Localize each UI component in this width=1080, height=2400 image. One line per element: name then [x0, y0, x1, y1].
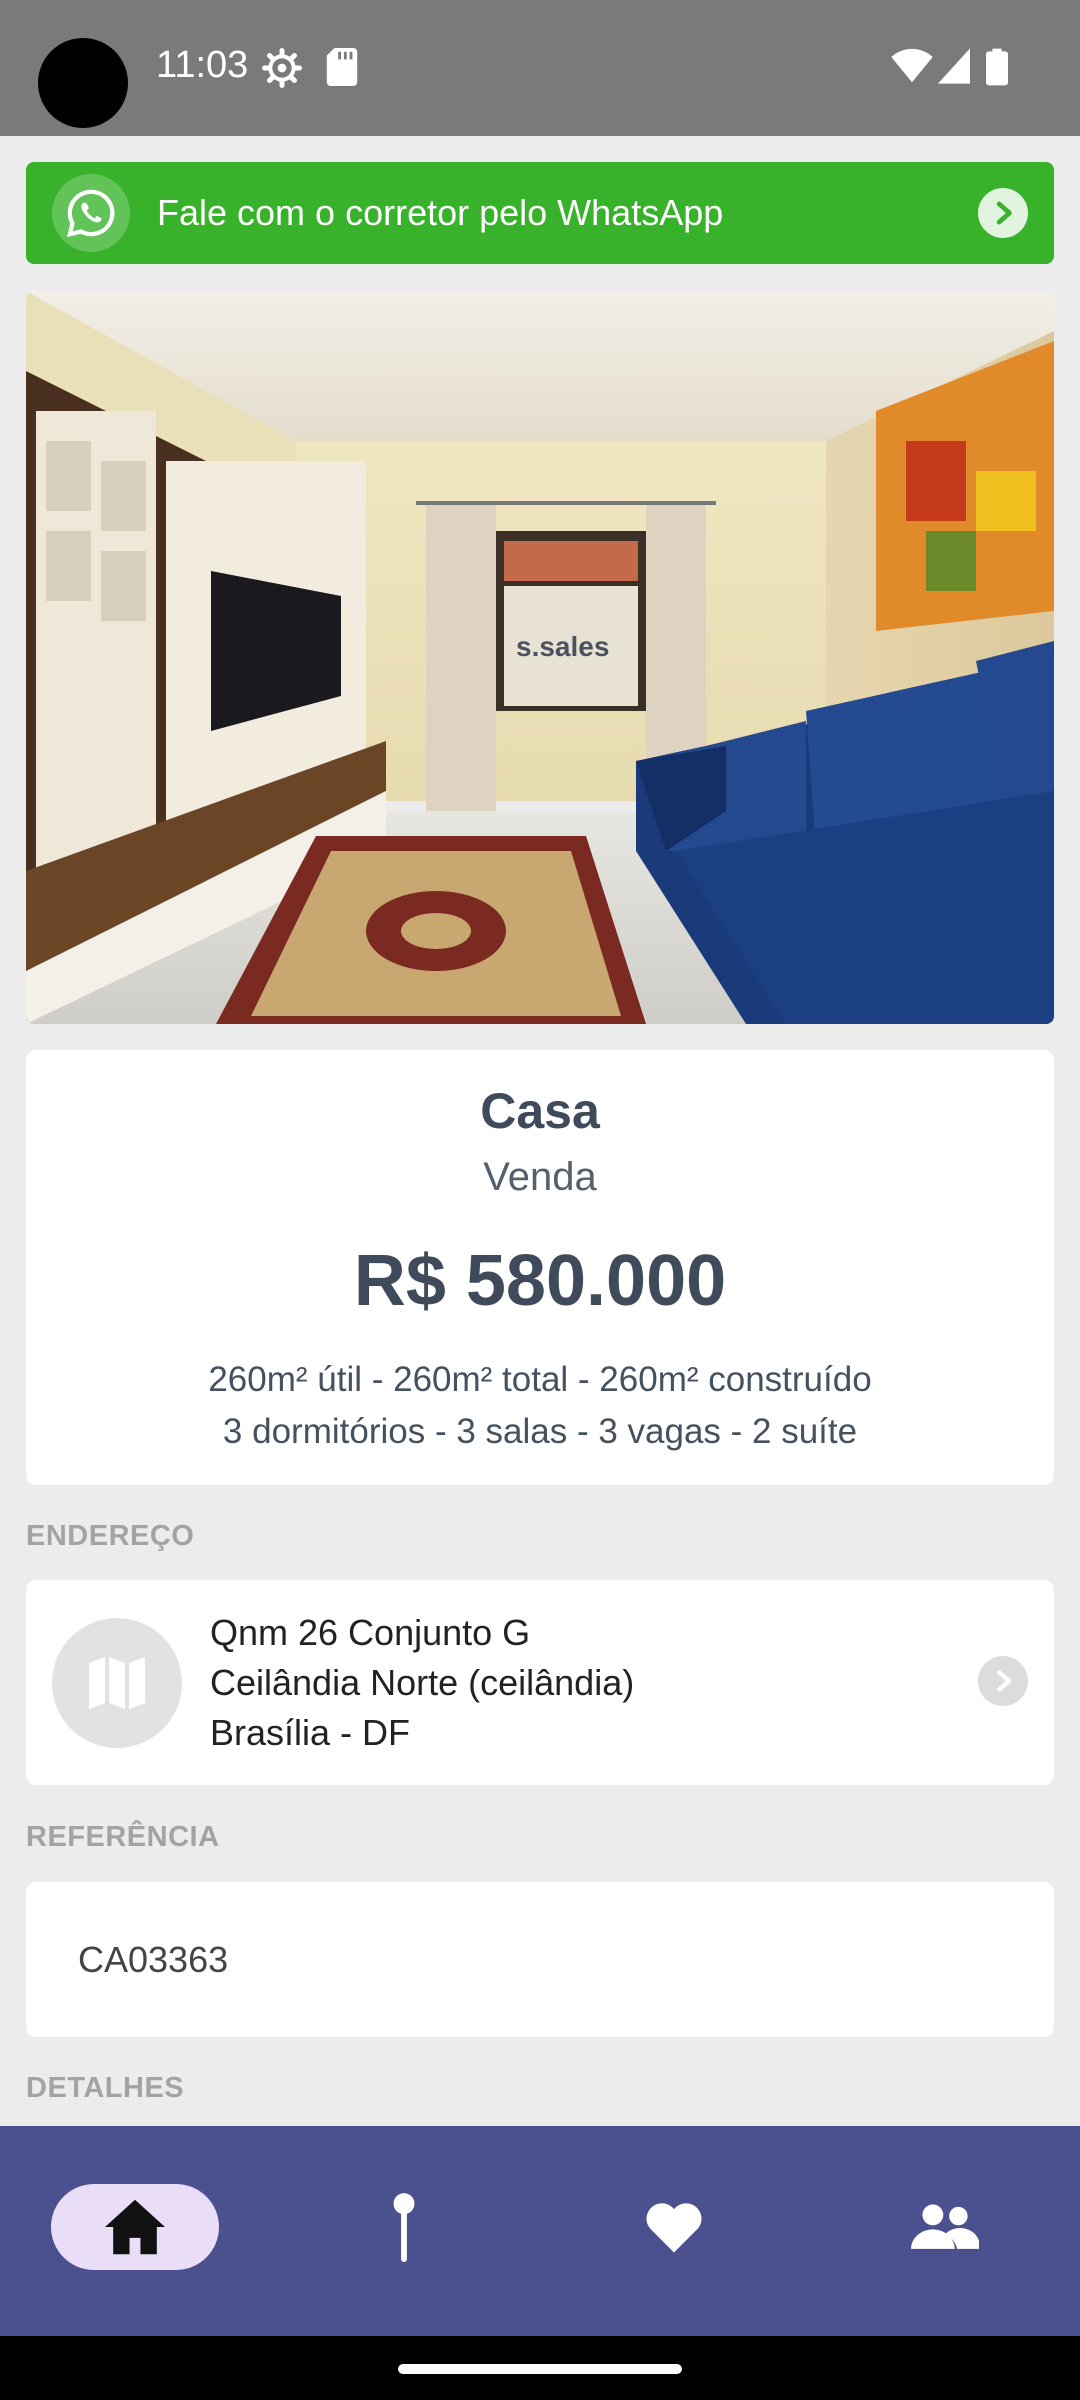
nav-contacts-button[interactable]: [861, 2184, 1029, 2270]
whatsapp-banner-text: Fale com o corretor pelo WhatsApp: [157, 192, 724, 233]
home-gesture-handle[interactable]: [398, 2364, 682, 2374]
battery-icon: [986, 48, 1008, 86]
whatsapp-contact-button[interactable]: Fale com o corretor pelo WhatsApp: [26, 162, 1054, 264]
property-areas: 260m² útil - 260m² total - 260m² constru…: [208, 1360, 872, 1399]
address-line-3: Brasília - DF: [210, 1712, 411, 1753]
gesture-navigation-bar: [0, 2336, 1080, 2400]
address-card[interactable]: Qnm 26 Conjunto G Ceilândia Norte (ceilâ…: [26, 1580, 1054, 1785]
heart-icon: [646, 2203, 702, 2253]
details-section-label: DETALHES: [26, 2072, 185, 2104]
reference-card: CA03363: [26, 1882, 1054, 2037]
property-photo[interactable]: s.sales: [26, 291, 1054, 1024]
address-line-1: Qnm 26 Conjunto G: [210, 1612, 531, 1653]
property-rooms: 3 dormitórios - 3 salas - 3 vagas - 2 su…: [222, 1412, 858, 1451]
chevron-right-icon: [978, 188, 1028, 238]
whatsapp-icon: [52, 174, 130, 252]
reference-section-label: REFERÊNCIA: [26, 1821, 220, 1853]
people-icon: [911, 2204, 979, 2249]
nav-home-button[interactable]: [51, 2184, 219, 2270]
photo-watermark: s.sales: [516, 631, 610, 662]
property-type: Casa: [480, 1083, 600, 1139]
sd-card-icon: [326, 48, 358, 86]
status-time: 11:03: [156, 44, 249, 86]
map-icon: [52, 1618, 182, 1748]
nav-favorites-button[interactable]: [590, 2184, 758, 2270]
nav-location-button[interactable]: [320, 2184, 488, 2270]
location-pin-icon: [393, 2193, 415, 2262]
property-price: R$ 580.000: [353, 1241, 727, 1321]
signal-icon: [938, 48, 970, 84]
home-icon: [105, 2199, 165, 2255]
camera-cutout: [38, 38, 128, 128]
property-summary-card: Casa Venda R$ 580.000 260m² útil - 260m²…: [26, 1050, 1054, 1485]
address-line-2: Ceilândia Norte (ceilândia): [210, 1662, 635, 1703]
settings-icon: [262, 48, 302, 88]
property-deal: Venda: [483, 1155, 597, 1199]
status-bar: 11:03: [0, 0, 1080, 136]
wifi-icon: [891, 48, 933, 83]
reference-code: CA03363: [78, 1939, 229, 1980]
address-section-label: ENDEREÇO: [26, 1520, 195, 1552]
chevron-right-icon: [978, 1656, 1028, 1706]
bottom-navigation: [0, 2126, 1080, 2336]
